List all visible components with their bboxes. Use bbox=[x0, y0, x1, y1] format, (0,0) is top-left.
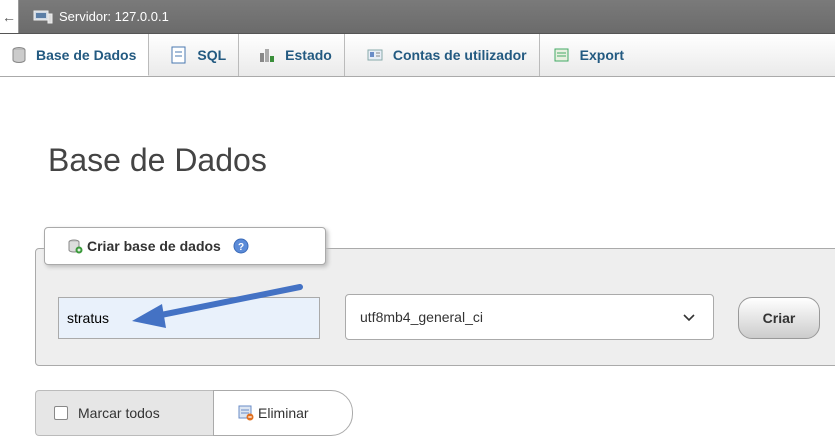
users-icon bbox=[367, 49, 383, 61]
bottom-actions: Marcar todos Eliminar bbox=[35, 390, 353, 436]
select-all-checkbox[interactable] bbox=[54, 406, 68, 420]
tab-label: Export bbox=[579, 47, 624, 63]
select-all-button[interactable]: Marcar todos bbox=[35, 390, 213, 436]
sql-icon bbox=[171, 46, 187, 64]
database-icon bbox=[12, 46, 26, 63]
server-bar: ← Servidor: 127.0.0.1 bbox=[0, 0, 835, 34]
server-label[interactable]: Servidor: 127.0.0.1 bbox=[59, 9, 169, 24]
collation-value: utf8mb4_general_ci bbox=[360, 309, 483, 325]
tab-label: Estado bbox=[285, 47, 332, 63]
tab-user-accounts[interactable]: Contas de utilizador bbox=[345, 34, 540, 76]
main-tabs: Base de Dados SQL Estado Contas de utili… bbox=[0, 34, 835, 77]
delete-icon bbox=[238, 405, 254, 421]
tab-export[interactable]: Export bbox=[540, 34, 636, 76]
tab-databases[interactable]: Base de Dados bbox=[0, 34, 150, 76]
tab-label: Base de Dados bbox=[36, 46, 137, 63]
page-title: Base de Dados bbox=[48, 142, 267, 178]
create-button[interactable]: Criar bbox=[738, 297, 820, 339]
tab-status[interactable]: Estado bbox=[239, 34, 345, 76]
select-all-label: Marcar todos bbox=[78, 405, 160, 421]
database-name-input[interactable] bbox=[58, 297, 320, 339]
chevron-down-icon bbox=[683, 309, 695, 325]
back-arrow-icon[interactable]: ← bbox=[0, 0, 19, 33]
svg-text:?: ? bbox=[238, 242, 244, 253]
delete-label: Eliminar bbox=[258, 405, 309, 421]
legend-label: Criar base de dados bbox=[87, 238, 221, 254]
tab-label: SQL bbox=[197, 47, 227, 63]
create-database-legend: Criar base de dados ? bbox=[44, 227, 326, 265]
database-add-icon bbox=[67, 238, 83, 254]
help-icon[interactable]: ? bbox=[233, 238, 249, 254]
collation-select[interactable]: utf8mb4_general_ci bbox=[345, 294, 714, 340]
chart-icon bbox=[259, 47, 275, 63]
delete-button[interactable]: Eliminar bbox=[213, 390, 353, 436]
export-icon bbox=[554, 47, 570, 63]
tab-sql[interactable]: SQL bbox=[149, 34, 240, 76]
tab-label: Contas de utilizador bbox=[392, 47, 527, 63]
server-icon bbox=[33, 10, 53, 24]
